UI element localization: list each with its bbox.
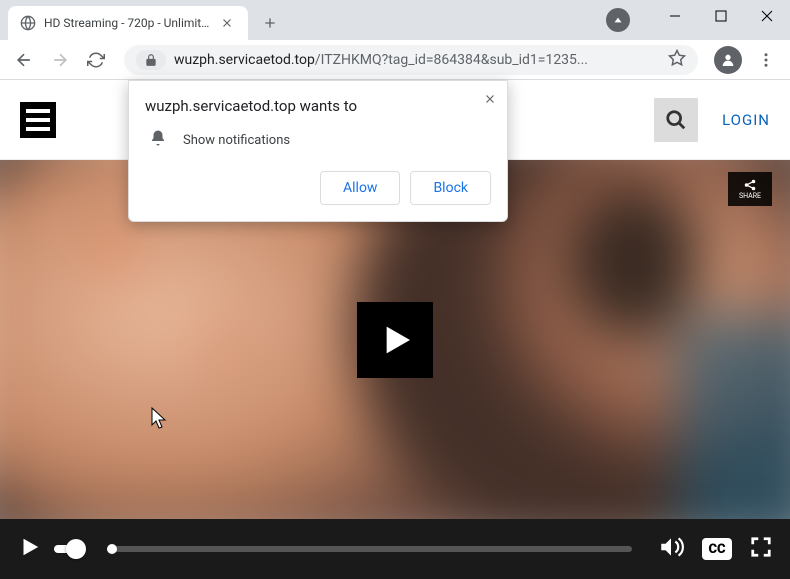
close-icon[interactable] [220, 15, 236, 31]
back-button[interactable] [8, 44, 40, 76]
play-button[interactable] [357, 302, 433, 378]
window-controls [652, 0, 790, 40]
hamburger-menu-icon[interactable] [20, 102, 56, 138]
window-titlebar: HD Streaming - 720p - Unlimited [0, 0, 790, 40]
address-bar[interactable]: wuzph.servicaetod.top/ITZHKMQ?tag_id=864… [124, 45, 698, 75]
browser-tab[interactable]: HD Streaming - 720p - Unlimited [8, 6, 248, 40]
progress-bar[interactable] [112, 546, 632, 552]
block-button[interactable]: Block [410, 171, 491, 205]
search-button[interactable] [654, 98, 698, 142]
reload-button[interactable] [80, 44, 112, 76]
tab-title: HD Streaming - 720p - Unlimited [44, 16, 212, 30]
close-icon[interactable] [483, 91, 497, 110]
globe-icon [20, 15, 36, 31]
kebab-menu-icon[interactable] [750, 44, 782, 76]
volume-icon[interactable] [658, 534, 684, 564]
close-window-button[interactable] [744, 0, 790, 32]
player-controls: CC [0, 519, 790, 579]
dialog-body: Show notifications [183, 133, 290, 148]
forward-button[interactable] [44, 44, 76, 76]
volume-slider[interactable] [54, 539, 86, 559]
share-button[interactable]: SHARE [728, 172, 772, 206]
play-icon[interactable] [18, 536, 40, 562]
login-link[interactable]: LOGIN [722, 111, 770, 129]
maximize-button[interactable] [698, 0, 744, 32]
minimize-button[interactable] [652, 0, 698, 32]
allow-button[interactable]: Allow [320, 171, 400, 205]
bookmark-star-icon[interactable] [668, 49, 686, 71]
profile-avatar[interactable] [714, 46, 742, 74]
fullscreen-icon[interactable] [750, 536, 772, 562]
new-tab-button[interactable] [256, 9, 284, 37]
page-content: LOGIN SHARE [0, 80, 790, 579]
url-text: wuzph.servicaetod.top/ITZHKMQ?tag_id=864… [174, 52, 660, 68]
notification-permission-dialog: wuzph.servicaetod.top wants to Show noti… [128, 80, 508, 222]
incognito-icon [606, 8, 630, 32]
browser-toolbar: wuzph.servicaetod.top/ITZHKMQ?tag_id=864… [0, 40, 790, 80]
lock-icon[interactable] [136, 50, 166, 70]
dialog-title: wuzph.servicaetod.top wants to [145, 97, 491, 115]
bell-icon [149, 129, 167, 151]
closed-captions-button[interactable]: CC [702, 538, 732, 560]
